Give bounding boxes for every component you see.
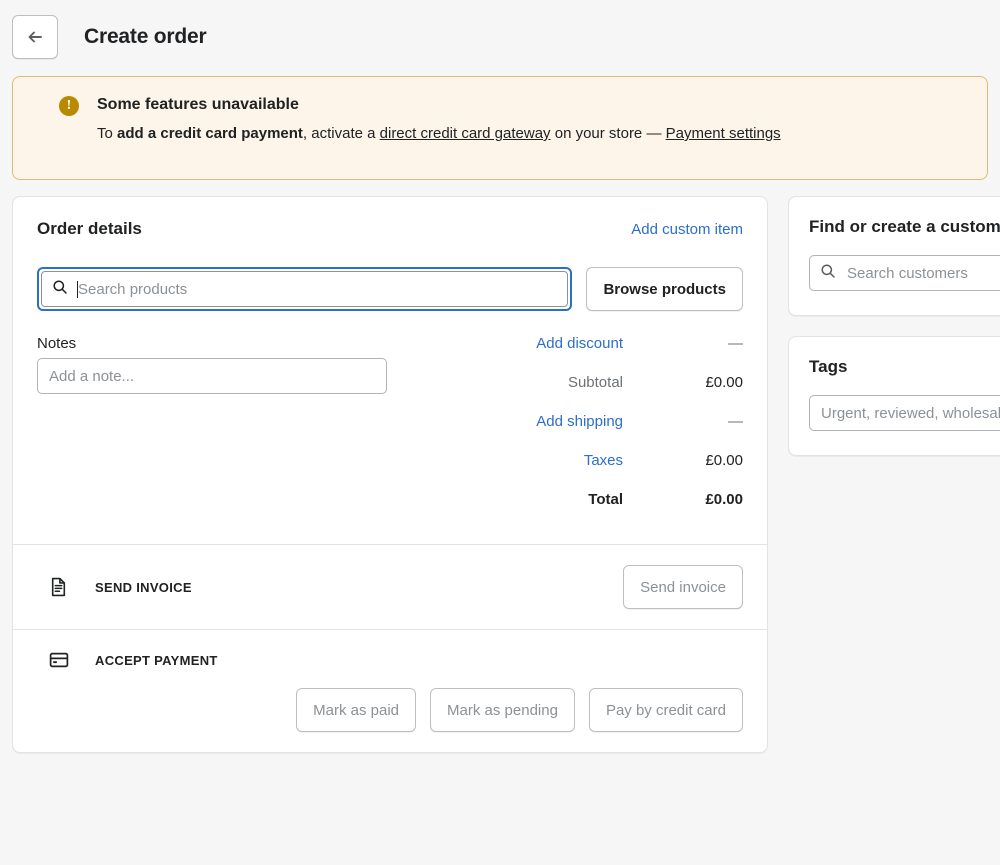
- product-search-row: Search products Browse products: [37, 267, 743, 311]
- back-button[interactable]: [12, 15, 58, 59]
- subtotal-value: £0.00: [705, 374, 743, 391]
- customer-card: Find or create a customer Search custome…: [788, 196, 1000, 316]
- sidebar-column: Find or create a customer Search custome…: [788, 196, 1000, 476]
- totals-row-total: Total £0.00: [409, 491, 743, 508]
- alert-circle-icon: !: [59, 96, 79, 116]
- banner-text-after: on your store —: [550, 125, 666, 142]
- credit-card-icon: [49, 650, 69, 670]
- notes-section: Notes Add a note...: [37, 335, 409, 508]
- totals-row-discount: Add discount —: [409, 335, 743, 352]
- payment-buttons: Mark as paid Mark as pending Pay by cred…: [37, 688, 743, 732]
- send-invoice-header: SEND INVOICE Send invoice: [37, 565, 743, 609]
- subtotal-label: Subtotal: [567, 374, 623, 391]
- send-invoice-title: SEND INVOICE: [95, 579, 192, 595]
- total-value: £0.00: [705, 491, 743, 508]
- taxes-value: £0.00: [705, 452, 743, 469]
- mark-as-pending-button[interactable]: Mark as pending: [430, 688, 575, 732]
- document-icon: [49, 577, 69, 597]
- discount-value: —: [728, 335, 743, 352]
- tags-input-placeholder: Urgent, reviewed, wholesale: [821, 404, 1000, 422]
- page-header: Create order: [0, 0, 1000, 62]
- notes-and-totals: Notes Add a note... Add discount — Subto…: [13, 335, 767, 544]
- tags-input[interactable]: Urgent, reviewed, wholesale: [809, 395, 1000, 431]
- order-details-title: Order details: [37, 219, 142, 238]
- customer-search-input[interactable]: Search customers: [809, 255, 1000, 291]
- add-custom-item-link[interactable]: Add custom item: [631, 221, 743, 238]
- pay-by-credit-card-button[interactable]: Pay by credit card: [588, 688, 743, 732]
- taxes-link[interactable]: Taxes: [584, 452, 623, 469]
- tags-card: Tags Urgent, reviewed, wholesale: [788, 336, 1000, 456]
- search-icon: [52, 279, 68, 300]
- order-details-top: Order details Add custom item Search pro…: [13, 197, 767, 335]
- order-details-card: Order details Add custom item Search pro…: [12, 196, 768, 753]
- note-input-placeholder: Add a note...: [49, 367, 135, 385]
- mark-as-paid-button[interactable]: Mark as paid: [296, 688, 417, 732]
- banner-title: Some features unavailable: [97, 96, 299, 113]
- accept-payment-header: ACCEPT PAYMENT: [37, 650, 743, 670]
- accept-payment-title: ACCEPT PAYMENT: [95, 652, 218, 668]
- notes-label: Notes: [37, 335, 77, 352]
- banner-message: To add a credit card payment, activate a…: [97, 122, 781, 146]
- total-label: Total: [588, 491, 623, 508]
- search-icon: [820, 263, 846, 284]
- payment-settings-link[interactable]: Payment settings: [666, 125, 781, 142]
- arrow-left-icon: [25, 27, 45, 47]
- warning-banner: ! Some features unavailable To add a cre…: [12, 76, 988, 180]
- alert-glyph: !: [66, 98, 72, 113]
- add-shipping-link[interactable]: Add shipping: [536, 413, 623, 430]
- totals-row-shipping: Add shipping —: [409, 413, 743, 430]
- customer-search-placeholder: Search customers: [847, 264, 968, 282]
- send-invoice-button[interactable]: Send invoice: [623, 565, 743, 609]
- totals-row-taxes: Taxes £0.00: [409, 452, 743, 469]
- send-invoice-section: SEND INVOICE Send invoice: [13, 544, 767, 629]
- banner-text-bold: add a credit card payment: [117, 125, 303, 142]
- customer-card-title: Find or create a customer: [809, 217, 1000, 236]
- main-layout: Order details Add custom item Search pro…: [0, 196, 1000, 753]
- product-search-focus-ring: Search products: [37, 267, 573, 311]
- note-input[interactable]: Add a note...: [37, 358, 387, 394]
- order-totals: Add discount — Subtotal £0.00 Add shippi…: [409, 335, 743, 508]
- direct-credit-card-gateway-link[interactable]: direct credit card gateway: [380, 125, 551, 142]
- banner-text-prefix: To: [97, 125, 118, 142]
- order-details-header: Order details Add custom item: [37, 219, 743, 239]
- search-input[interactable]: Search products: [41, 271, 569, 307]
- shipping-value: —: [728, 413, 743, 430]
- add-discount-link[interactable]: Add discount: [536, 335, 623, 352]
- order-column: Order details Add custom item Search pro…: [12, 196, 768, 753]
- totals-row-subtotal: Subtotal £0.00: [409, 374, 743, 391]
- search-input-placeholder: Search products: [78, 280, 188, 298]
- accept-payment-section: ACCEPT PAYMENT Mark as paid Mark as pend…: [13, 629, 767, 752]
- banner-text-middle: , activate a: [302, 125, 380, 142]
- tags-card-title: Tags: [809, 357, 848, 376]
- page-title: Create order: [84, 25, 207, 48]
- browse-products-button[interactable]: Browse products: [586, 267, 743, 311]
